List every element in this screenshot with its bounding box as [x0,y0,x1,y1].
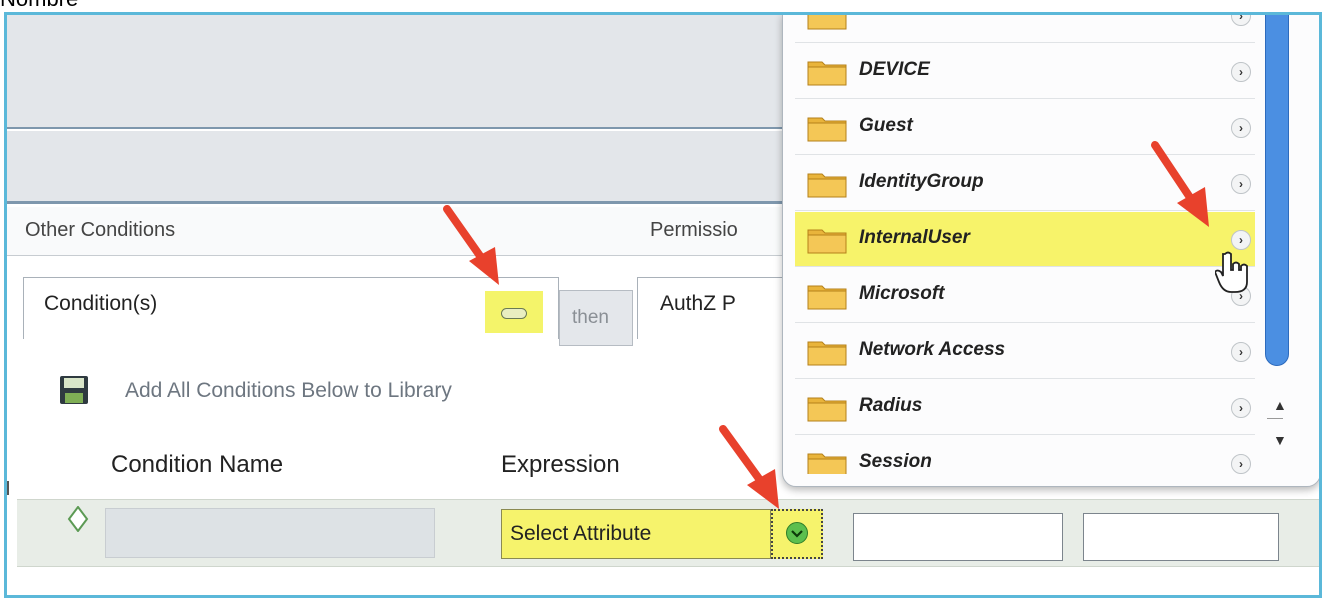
chevron-right-icon[interactable]: › [1231,174,1251,194]
authz-profile-label: AuthZ P [660,292,736,315]
scroll-up-arrow-icon[interactable]: ▲ [1273,397,1287,413]
collapse-minus-button[interactable] [501,308,527,319]
dictionary-item[interactable]: › [795,15,1255,43]
value-input[interactable] [1083,513,1279,561]
folder-icon [807,117,847,142]
save-library-icon[interactable] [59,375,89,405]
chevron-down-icon [786,522,808,544]
dictionary-item-label: Network Access [859,339,1006,360]
chevron-right-icon[interactable]: › [1231,118,1251,138]
condition-name-header: Condition Name [111,451,284,478]
folder-icon [807,453,847,474]
other-conditions-label: Other Conditions [25,219,176,241]
red-arrow-annotation-internaluser [1151,141,1209,227]
page-top-label: Nombre [0,0,78,12]
authz-profile-tab[interactable]: AuthZ P [637,277,797,339]
hand-cursor-icon [1215,251,1248,293]
select-attribute-text: Select Attribute [510,522,652,545]
conditions-tab-label: Condition(s) [44,292,158,315]
dictionary-item[interactable]: Radius › [795,380,1255,435]
dictionary-item-label: Radius [859,395,923,416]
chevron-right-icon[interactable]: › [1231,230,1251,250]
folder-icon [807,173,847,198]
folder-icon [807,341,847,366]
folder-icon [807,15,847,30]
then-tab: then [559,290,633,346]
dictionary-item[interactable]: Session › [795,436,1255,474]
dictionary-item[interactable]: Microsoft › [795,268,1255,323]
scroll-divider [1267,418,1283,419]
dictionary-item[interactable]: Network Access › [795,324,1255,379]
left-edge-marker [7,481,9,495]
condition-name-input[interactable] [105,508,435,558]
dictionary-item-label: IdentityGroup [859,171,984,192]
chevron-right-icon[interactable]: › [1231,62,1251,82]
folder-icon [807,285,847,310]
dictionary-item-label: DEVICE [859,59,930,80]
dictionary-item-label: InternalUser [859,227,970,248]
policy-editor-frame: Other Conditions Permissio Condition(s) … [4,12,1322,598]
red-arrow-annotation-minus [443,205,499,285]
chevron-right-icon[interactable]: › [1231,15,1251,26]
scrollbar-thumb[interactable] [1265,15,1289,366]
dictionary-item-label: Guest [859,115,913,136]
dictionary-item-label: Microsoft [859,283,945,304]
folder-icon [807,397,847,422]
chevron-right-icon[interactable]: › [1231,342,1251,362]
diamond-icon[interactable] [67,506,89,532]
dictionary-item-label: Session [859,451,932,472]
red-arrow-annotation-select [719,425,779,509]
dictionary-list: › DEVICE › Guest › IdentityGroup › InternalUser… [795,15,1255,474]
folder-icon [807,61,847,86]
then-label: then [572,307,609,328]
operator-input[interactable] [853,513,1063,561]
permissions-label: Permissio [650,219,738,241]
folder-icon [807,229,847,254]
chevron-right-icon[interactable]: › [1231,454,1251,474]
add-conditions-to-library-link[interactable]: Add All Conditions Below to Library [125,379,452,403]
dictionary-item[interactable]: DEVICE › [795,44,1255,99]
scroll-down-arrow-icon[interactable]: ▼ [1273,432,1287,448]
expression-header: Expression [501,451,620,478]
chevron-right-icon[interactable]: › [1231,398,1251,418]
